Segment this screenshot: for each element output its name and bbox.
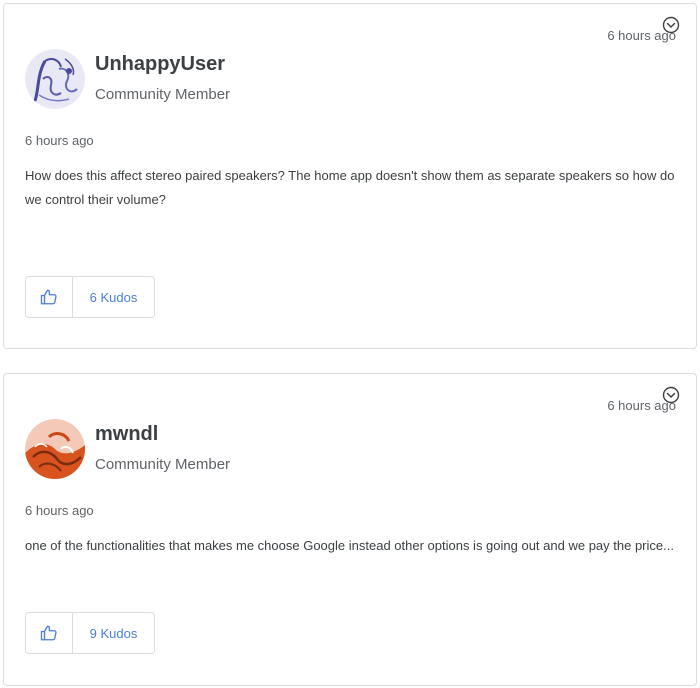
kudos-button[interactable]: [26, 613, 73, 653]
post-timestamp: 6 hours ago: [607, 398, 676, 413]
post-date: 6 hours ago: [25, 133, 94, 148]
avatar[interactable]: [25, 419, 85, 479]
post-timestamp: 6 hours ago: [607, 28, 676, 43]
avatar[interactable]: [25, 49, 85, 109]
kudos-button[interactable]: [26, 277, 73, 317]
post-card: 6 hours ago mwndl Community Member 6 hou…: [3, 373, 697, 686]
orange-art-avatar-icon: [25, 419, 85, 479]
thumbs-up-icon: [40, 625, 57, 641]
kudos-widget: 6 Kudos: [25, 276, 155, 318]
post-card: 6 hours ago UnhappyUser Community Member…: [3, 3, 697, 349]
thumbs-up-icon: [40, 289, 57, 305]
post-date: 6 hours ago: [25, 503, 94, 518]
author-name[interactable]: UnhappyUser: [95, 53, 225, 76]
post-body: How does this affect stereo paired speak…: [25, 168, 675, 207]
author-role: Community Member: [95, 86, 231, 103]
post-body: one of the functionalities that makes me…: [25, 538, 674, 553]
kudos-widget: 9 Kudos: [25, 612, 155, 654]
kudos-count[interactable]: 9 Kudos: [73, 613, 154, 653]
author-name[interactable]: mwndl: [95, 423, 158, 446]
kudos-count[interactable]: 6 Kudos: [73, 277, 154, 317]
author-role: Community Member: [95, 456, 231, 473]
sketch-avatar-icon: [25, 49, 85, 109]
